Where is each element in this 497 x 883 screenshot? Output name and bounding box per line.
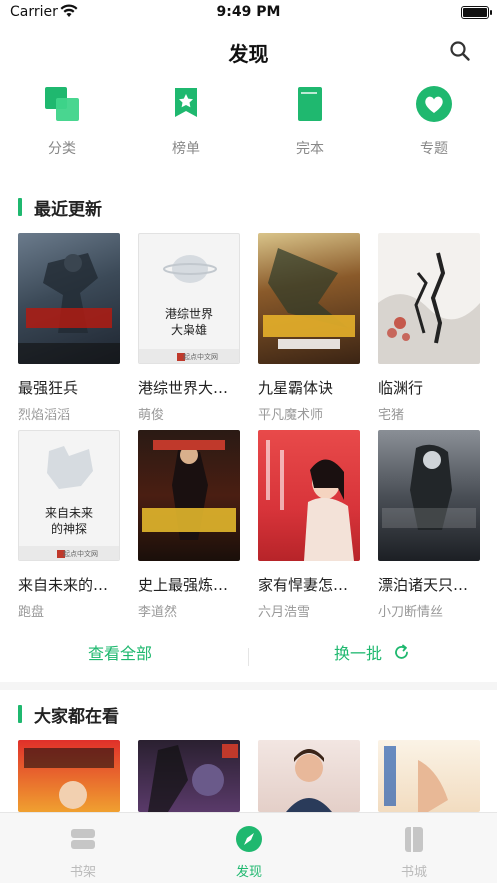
ranking-icon: [166, 84, 206, 124]
recent-actions: 查看全部 换一批: [0, 634, 497, 674]
search-icon[interactable]: [449, 40, 471, 62]
category-label: 分类: [48, 141, 76, 157]
section-title: 最近更新: [34, 199, 102, 220]
section-header-popular: 大家都在看: [18, 702, 119, 727]
book-cover: [138, 740, 240, 812]
book-title: 史上最强炼气期: [138, 576, 242, 594]
book-cover: 港综世界大枭雄 起点中文网: [138, 233, 240, 364]
book-title: 最强狂兵: [18, 379, 79, 397]
book-title: 港综世界大枭雄: [138, 379, 242, 397]
section-spacer: [0, 682, 497, 690]
section-accent-bar: [18, 198, 22, 216]
book-author: 烈焰滔滔: [18, 408, 71, 423]
book-author: 小刀断情丝: [378, 605, 444, 620]
compass-icon: [235, 825, 263, 853]
category-item-finished[interactable]: 完本: [248, 84, 372, 164]
section-title: 大家都在看: [34, 706, 119, 727]
book-card[interactable]: 九星霸体诀 平凡魔术师: [258, 233, 360, 423]
category-item-ranking[interactable]: 榜单: [124, 84, 248, 164]
category-item-topic[interactable]: 专题: [372, 84, 496, 164]
tab-bar: 书架 发现 书城: [0, 812, 497, 883]
book-author: 宅猪: [378, 408, 405, 423]
actions-divider: [248, 648, 249, 666]
tab-label: 书架: [69, 865, 96, 880]
nav-bar: 发现: [0, 26, 497, 76]
book-title: 九星霸体诀: [258, 379, 334, 397]
book-card[interactable]: 临渊行 宅猪: [378, 233, 480, 423]
finished-label: 完本: [296, 141, 324, 157]
book-card[interactable]: 漂泊诸天只求生 小刀断情丝: [378, 430, 482, 620]
book-cover: [258, 740, 360, 812]
bookstore-icon: [400, 825, 428, 853]
category-icon: [42, 84, 82, 124]
book-card[interactable]: 史上最强炼气期 李道然: [138, 430, 242, 620]
status-bar: Carrier 9:49 PM: [0, 0, 497, 26]
ranking-label: 榜单: [172, 141, 200, 157]
tab-bookshelf[interactable]: 书架: [43, 825, 123, 880]
book-cover: [258, 430, 360, 561]
book-card[interactable]: [18, 740, 120, 812]
refresh-icon: [395, 644, 409, 659]
cover-title: 港综世界大枭雄: [164, 307, 213, 337]
tab-bookstore[interactable]: 书城: [374, 825, 454, 880]
section-header-recent: 最近更新: [18, 195, 102, 220]
topic-label: 专题: [420, 141, 448, 157]
book-author: 李道然: [138, 605, 178, 620]
book-cover: [138, 430, 240, 561]
book-title: 漂泊诸天只求生: [378, 576, 482, 594]
book-author: 六月浩雪: [258, 605, 311, 620]
book-card[interactable]: 最强狂兵 烈焰滔滔: [18, 233, 120, 423]
book-card[interactable]: 港综世界大枭雄 起点中文网 港综世界大枭雄 萌俊: [138, 233, 242, 423]
book-card[interactable]: 家有悍妻怎么破 六月浩雪: [258, 430, 362, 620]
book-card[interactable]: 来自未来的神探 起点中文网 来自未来的神探 跑盘: [18, 430, 122, 620]
category-shortcuts: 分类 榜单 完本 专题: [0, 84, 497, 164]
book-cover: [18, 233, 120, 364]
page-title: 发现: [228, 42, 269, 66]
book-author: 萌俊: [138, 408, 165, 423]
book-cover: [258, 233, 360, 364]
book-cover: [18, 740, 120, 812]
battery-icon: [461, 6, 492, 19]
refresh-button[interactable]: 换一批: [334, 640, 410, 664]
book-cover: 来自未来的神探 起点中文网: [18, 430, 120, 561]
topic-heart-icon: [414, 84, 454, 124]
book-title: 临渊行: [378, 379, 424, 397]
status-time: 9:49 PM: [216, 4, 281, 20]
book-author: 平凡魔术师: [258, 408, 324, 423]
book-card[interactable]: [138, 740, 240, 812]
category-item-classify[interactable]: 分类: [0, 84, 124, 164]
book-card[interactable]: [258, 740, 360, 812]
finished-book-icon: [290, 84, 330, 124]
view-all-button[interactable]: 查看全部: [88, 640, 152, 664]
book-cover: [378, 740, 480, 812]
tab-label: 发现: [235, 865, 262, 880]
book-title: 家有悍妻怎么破: [258, 576, 362, 594]
book-cover: [378, 233, 480, 364]
bookshelf-icon: [69, 825, 97, 853]
cover-publisher: 起点中文网: [183, 353, 218, 361]
tab-label: 书城: [400, 865, 427, 880]
cover-title: 来自未来的神探: [44, 506, 93, 536]
refresh-label: 换一批: [334, 644, 383, 663]
section-accent-bar: [18, 705, 22, 723]
book-title: 来自未来的神探: [18, 576, 122, 594]
book-card[interactable]: [378, 740, 480, 812]
tab-discover[interactable]: 发现: [209, 825, 289, 880]
cover-publisher: 起点中文网: [63, 550, 98, 558]
book-cover: [378, 430, 480, 561]
book-author: 跑盘: [18, 605, 45, 620]
